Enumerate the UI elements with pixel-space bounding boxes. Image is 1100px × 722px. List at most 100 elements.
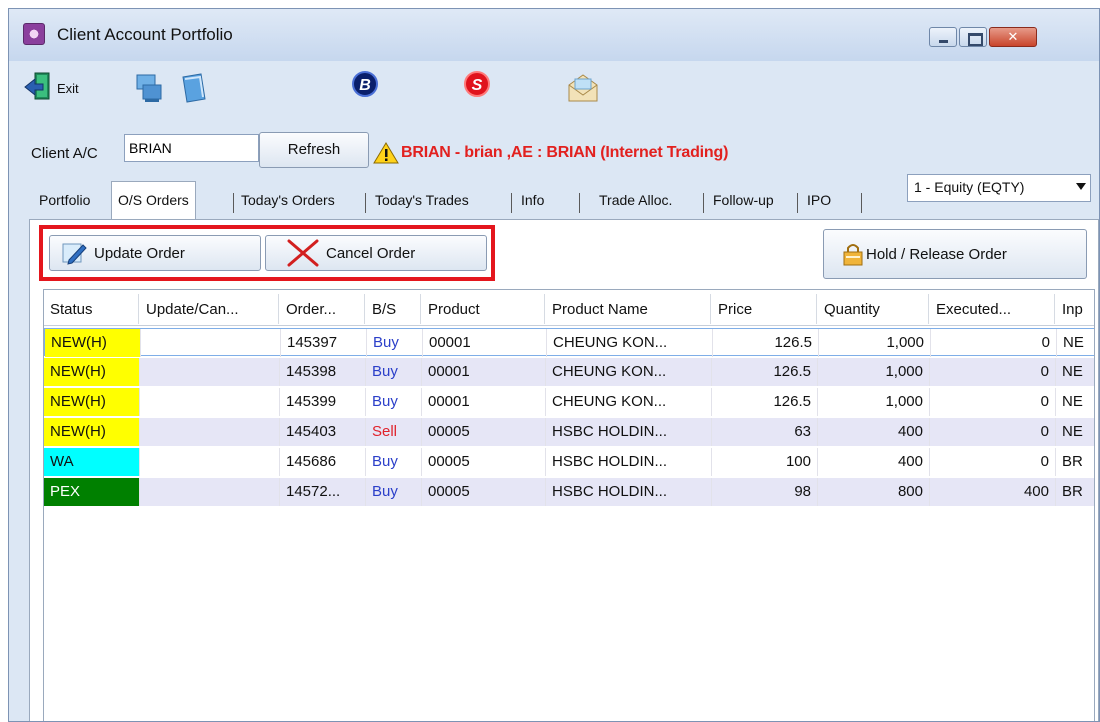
- table-row[interactable]: WA 145686 Buy 00005 HSBC HOLDIN... 100 400 0 BR: [44, 448, 1094, 476]
- cell-executed: 0: [930, 418, 1056, 446]
- maximize-button[interactable]: [959, 27, 987, 47]
- column-header-bs[interactable]: B/S: [366, 290, 420, 326]
- tab-portfolio[interactable]: Portfolio: [33, 185, 96, 219]
- tab-todays-orders[interactable]: Today's Orders: [235, 185, 341, 219]
- cell-inp: NE: [1057, 329, 1094, 357]
- tab-info[interactable]: Info: [515, 185, 550, 219]
- cell-executed: 0: [930, 388, 1056, 416]
- column-header-quantity[interactable]: Quantity: [818, 290, 928, 326]
- tab-separator: [233, 193, 234, 213]
- tab-todays-trades[interactable]: Today's Trades: [369, 185, 475, 219]
- cell-qty: 1,000: [818, 358, 930, 386]
- cell-product: 00001: [423, 329, 547, 357]
- cell-qty: 1,000: [818, 388, 930, 416]
- column-header-product-name[interactable]: Product Name: [546, 290, 710, 326]
- window-title: Client Account Portfolio: [57, 25, 233, 44]
- cell-name: CHEUNG KON...: [546, 388, 712, 416]
- cell-bs: Buy: [366, 358, 422, 386]
- table-row[interactable]: NEW(H) 145399 Buy 00001 CHEUNG KON... 126.5 1,…: [44, 388, 1094, 416]
- cell-inp: NE: [1056, 358, 1094, 386]
- highlight-annotation-box: [39, 225, 495, 281]
- book-icon[interactable]: [177, 71, 211, 105]
- cell-product: 00005: [422, 418, 546, 446]
- cell-name: HSBC HOLDIN...: [546, 478, 712, 506]
- column-header-status[interactable]: Status: [44, 290, 138, 326]
- cell-order: 145397: [281, 329, 367, 357]
- cell-order: 145403: [280, 418, 366, 446]
- hold-release-order-button[interactable]: Hold / Release Order: [823, 229, 1087, 279]
- cell-update: [140, 478, 280, 506]
- tab-separator: [703, 193, 704, 213]
- column-divider: [1054, 294, 1055, 324]
- tab-os-orders[interactable]: O/S Orders: [111, 181, 196, 219]
- cell-bs: Buy: [366, 448, 422, 476]
- market-select[interactable]: 1 - Equity (EQTY): [907, 174, 1091, 202]
- network-icon[interactable]: [133, 71, 167, 105]
- cell-bs: Buy: [366, 478, 422, 506]
- column-header-executed[interactable]: Executed...: [930, 290, 1054, 326]
- column-header-update-cancel[interactable]: Update/Can...: [140, 290, 278, 326]
- cell-product: 00005: [422, 448, 546, 476]
- cell-qty: 400: [818, 448, 930, 476]
- cell-status: NEW(H): [44, 358, 140, 386]
- cell-qty: 1,000: [819, 329, 931, 357]
- cell-status: PEX: [44, 478, 140, 506]
- cell-status: NEW(H): [44, 418, 140, 446]
- cell-qty: 400: [818, 418, 930, 446]
- cell-name: CHEUNG KON...: [547, 329, 713, 357]
- sell-icon[interactable]: S: [464, 71, 492, 105]
- column-divider: [138, 294, 139, 324]
- tab-separator: [511, 193, 512, 213]
- cell-inp: BR: [1056, 448, 1094, 476]
- cell-price: 100: [712, 448, 818, 476]
- tab-trade-alloc[interactable]: Trade Alloc.: [593, 185, 678, 219]
- orders-grid[interactable]: Status Update/Can... Order... B/S Produc…: [43, 289, 1095, 721]
- table-row[interactable]: PEX 14572... Buy 00005 HSBC HOLDIN... 98 800 40…: [44, 478, 1094, 506]
- title-bar: Client Account Portfolio ✕: [9, 9, 1099, 61]
- refresh-button[interactable]: Refresh: [259, 132, 369, 168]
- table-row[interactable]: NEW(H) 145403 Sell 00005 HSBC HOLDIN... 63 400…: [44, 418, 1094, 446]
- chevron-down-icon[interactable]: [1076, 183, 1086, 190]
- table-row[interactable]: NEW(H) 145397 Buy 00001 CHEUNG KON... 126.5 1,…: [44, 328, 1094, 357]
- column-divider: [544, 294, 545, 324]
- cell-price: 126.5: [713, 329, 819, 357]
- column-header-inp[interactable]: Inp: [1056, 290, 1094, 326]
- cell-price: 126.5: [712, 388, 818, 416]
- table-row[interactable]: NEW(H) 145398 Buy 00001 CHEUNG KON... 126.5 1,…: [44, 358, 1094, 386]
- cell-status: NEW(H): [44, 388, 140, 416]
- cell-inp: NE: [1056, 388, 1094, 416]
- close-button[interactable]: ✕: [989, 27, 1037, 47]
- client-ac-label: Client A/C: [31, 145, 98, 162]
- cell-order: 145686: [280, 448, 366, 476]
- column-divider: [816, 294, 817, 324]
- app-icon: [23, 23, 45, 45]
- cell-name: HSBC HOLDIN...: [546, 418, 712, 446]
- cell-price: 98: [712, 478, 818, 506]
- cell-status: NEW(H): [45, 329, 141, 357]
- cell-order: 145398: [280, 358, 366, 386]
- column-divider: [710, 294, 711, 324]
- minimize-button[interactable]: [929, 27, 957, 47]
- tab-follow-up[interactable]: Follow-up: [707, 185, 780, 219]
- cell-update: [140, 388, 280, 416]
- cell-update: [140, 418, 280, 446]
- tab-ipo[interactable]: IPO: [801, 185, 837, 219]
- cell-qty: 800: [818, 478, 930, 506]
- market-select-value: 1 - Equity (EQTY): [914, 179, 1025, 195]
- column-header-product[interactable]: Product: [422, 290, 544, 326]
- tab-separator: [861, 193, 862, 213]
- buy-icon[interactable]: B: [352, 71, 380, 105]
- cell-product: 00001: [422, 358, 546, 386]
- column-header-order[interactable]: Order...: [280, 290, 364, 326]
- hold-release-order-label: Hold / Release Order: [866, 245, 1007, 263]
- cell-update: [140, 358, 280, 386]
- mail-icon[interactable]: [565, 71, 601, 105]
- client-account-portfolio-window: Client Account Portfolio ✕ Exit B S Clie…: [8, 8, 1100, 722]
- column-divider: [928, 294, 929, 324]
- column-header-price[interactable]: Price: [712, 290, 816, 326]
- exit-button[interactable]: Exit: [23, 71, 103, 105]
- column-divider: [364, 294, 365, 324]
- cell-name: CHEUNG KON...: [546, 358, 712, 386]
- client-ac-input[interactable]: [124, 134, 259, 162]
- cell-update: [141, 329, 281, 357]
